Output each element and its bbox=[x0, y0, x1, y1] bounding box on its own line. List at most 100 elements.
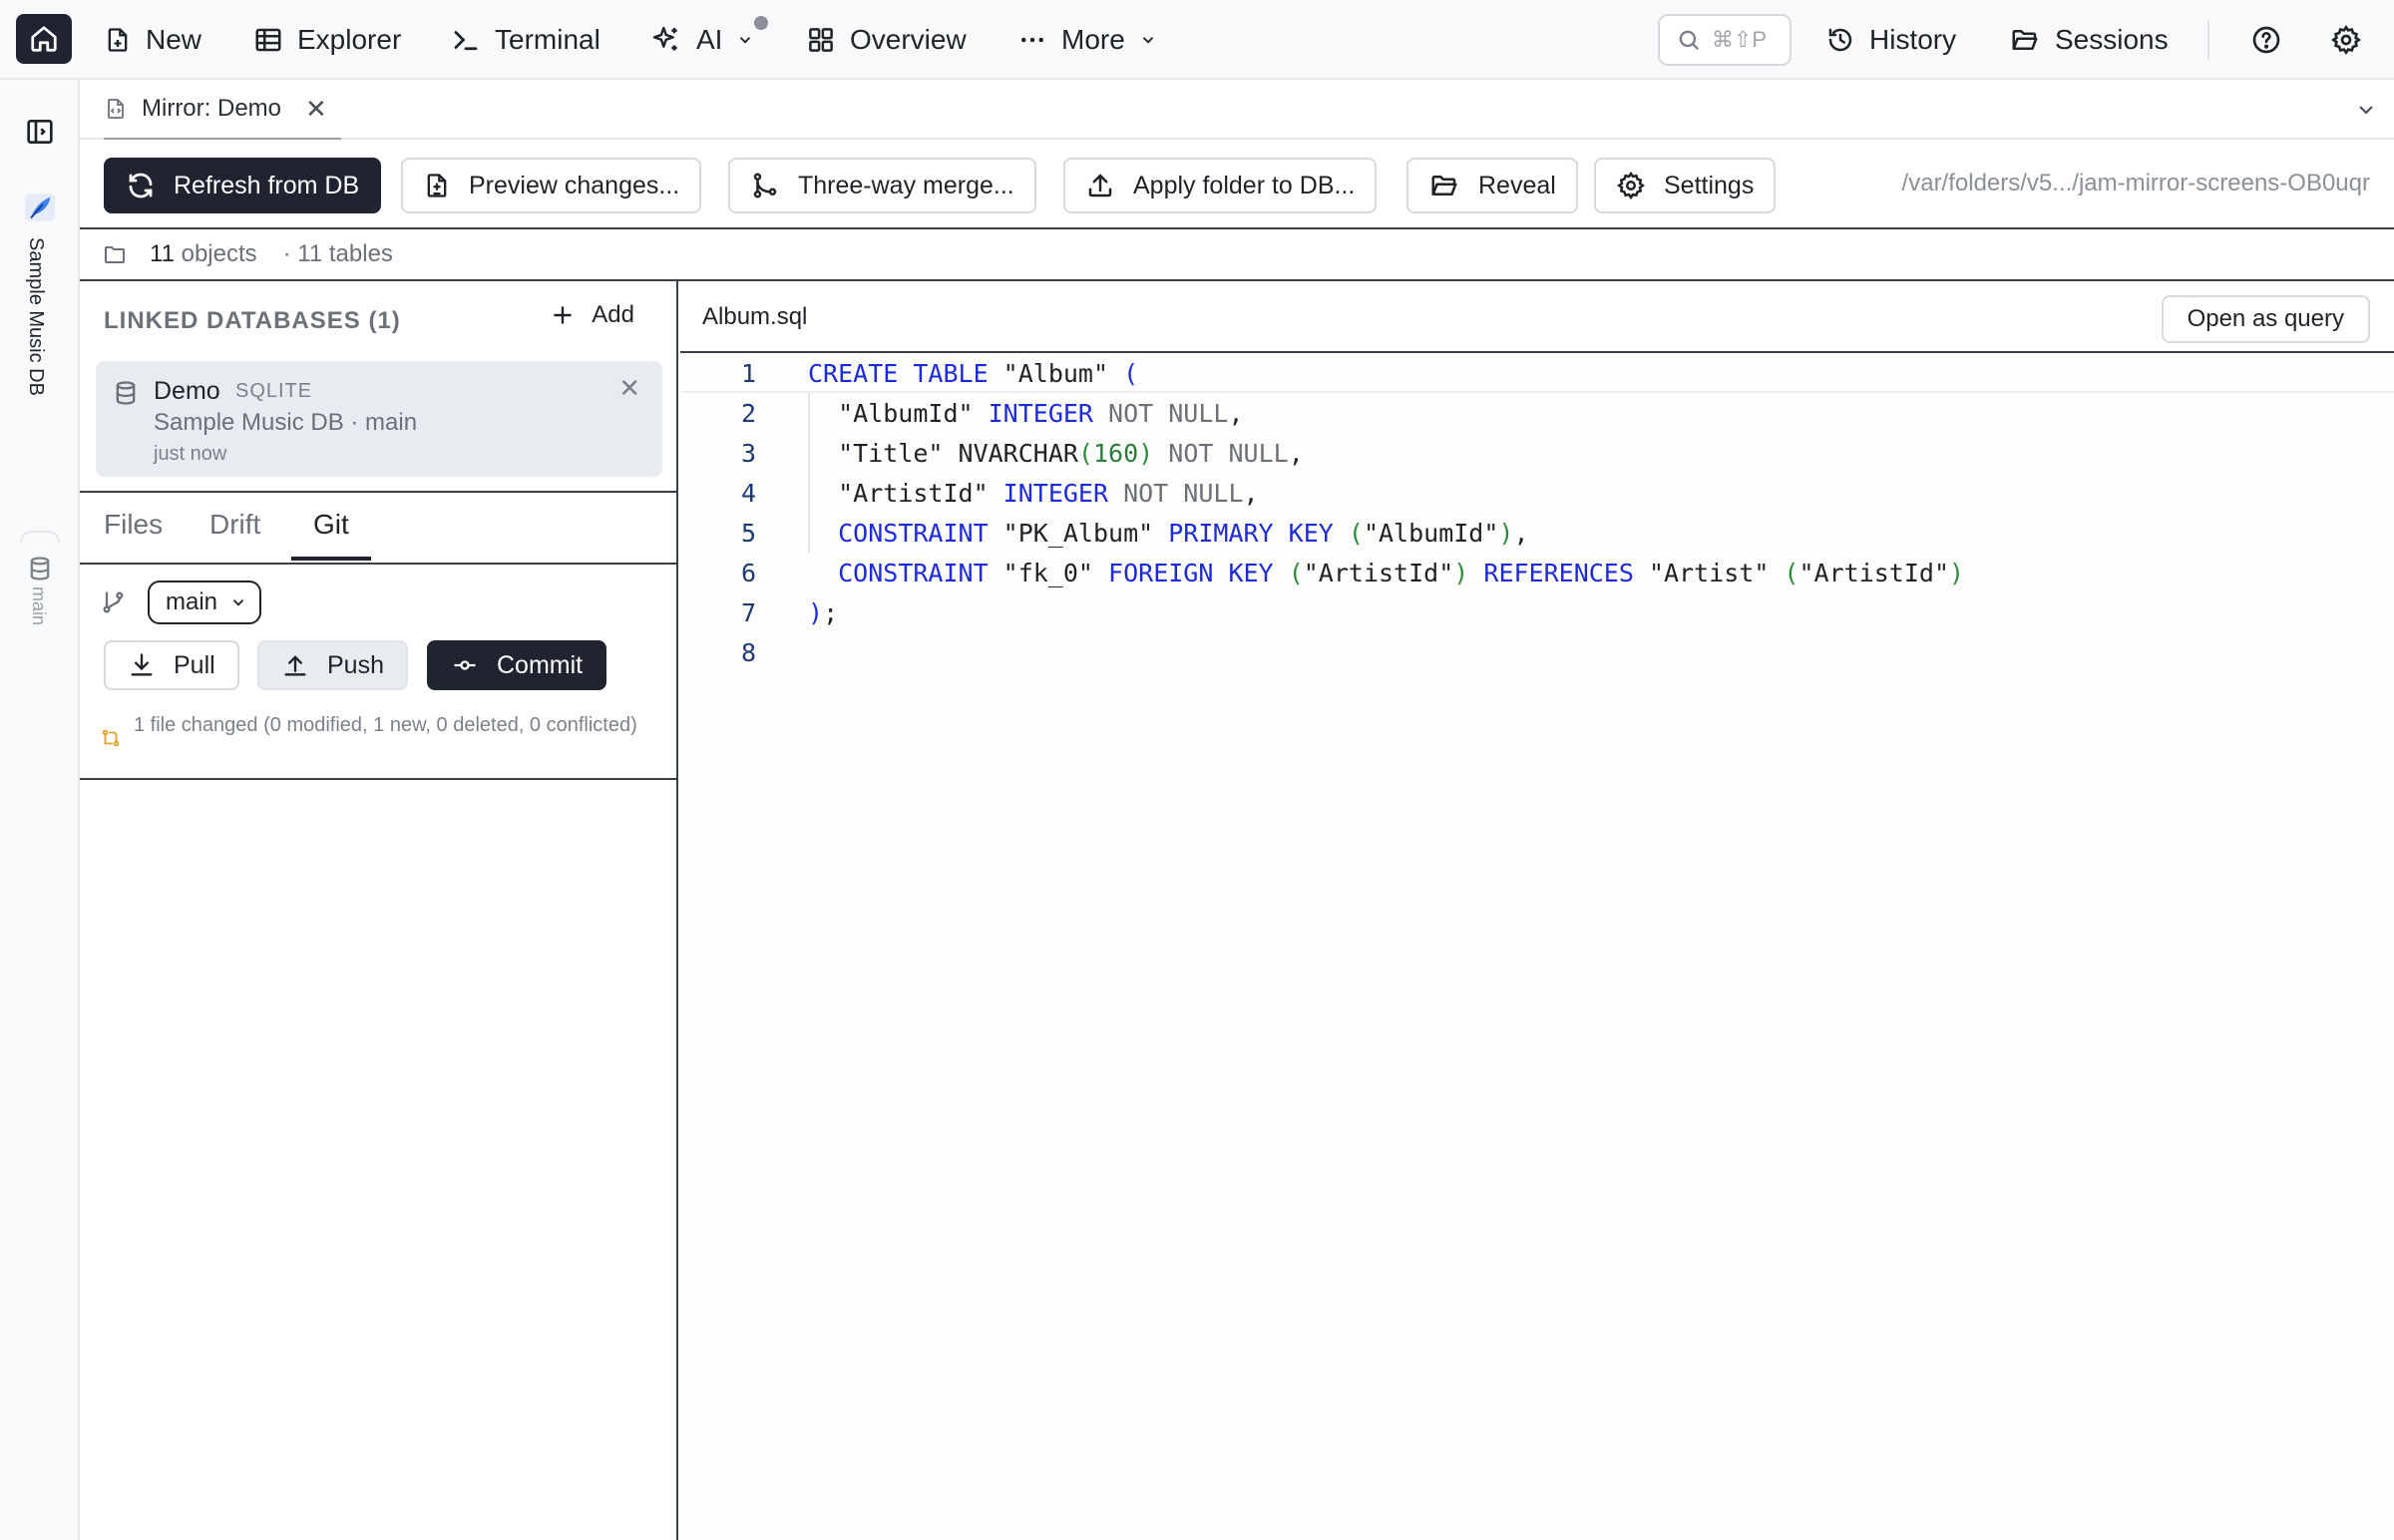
git-changes-summary: 1 file changed (0 modified, 1 new, 0 del… bbox=[134, 714, 637, 736]
divider bbox=[80, 563, 676, 565]
add-database-button[interactable]: Add bbox=[550, 301, 634, 329]
tab-mirror-demo[interactable]: Mirror: Demo ✕ bbox=[104, 80, 341, 140]
code-line: "ArtistId" INTEGER NOT NULL, bbox=[808, 479, 1258, 508]
toggle-sidebar-button[interactable] bbox=[24, 116, 56, 148]
grid-icon bbox=[809, 28, 833, 52]
line-number: 2 bbox=[740, 399, 756, 428]
code-token: ) bbox=[1498, 519, 1514, 548]
code-token: PRIMARY KEY bbox=[1168, 519, 1334, 548]
refresh-icon bbox=[129, 173, 153, 198]
objects-count: 11 bbox=[150, 240, 175, 267]
reveal-label: Reveal bbox=[1478, 171, 1556, 199]
linked-database-card[interactable]: Demo SQLITE Sample Music DB · main just … bbox=[96, 361, 662, 477]
code-line: ); bbox=[808, 598, 838, 627]
left-rail: Sample Music DB main bbox=[0, 80, 80, 1540]
close-icon[interactable]: ✕ bbox=[305, 94, 327, 125]
unlink-database-close-icon[interactable]: ✕ bbox=[618, 373, 640, 404]
chevron-down-icon bbox=[1142, 37, 1153, 44]
code-token: ( bbox=[1123, 359, 1139, 388]
commit-button[interactable]: Commit bbox=[427, 640, 607, 690]
feather-logo-icon bbox=[25, 193, 55, 221]
code-token: 160 bbox=[1093, 439, 1139, 468]
help-button[interactable] bbox=[2250, 24, 2282, 56]
code-line: CREATE TABLE "Album" ( bbox=[808, 359, 1138, 388]
pull-label: Pull bbox=[174, 650, 215, 679]
database-name: Demo bbox=[154, 377, 220, 405]
nav-new[interactable]: New bbox=[104, 18, 201, 62]
nav-ai[interactable]: AI bbox=[650, 18, 754, 62]
sql-editor-pane: Album.sql Open as query 1 CREATE TABLE "A… bbox=[680, 281, 2394, 1540]
apply-label: Apply folder to DB... bbox=[1133, 171, 1356, 199]
code-token: "AlbumId" bbox=[808, 399, 989, 428]
nav-history[interactable]: History bbox=[1825, 18, 1956, 62]
editor-header: Album.sql Open as query bbox=[680, 281, 2394, 353]
nav-more[interactable]: More bbox=[1017, 18, 1157, 62]
code-token: "ArtistId" bbox=[808, 479, 1003, 508]
preview-label: Preview changes... bbox=[469, 171, 680, 199]
code-token: ) bbox=[1453, 559, 1469, 587]
tab-title: Mirror: Demo bbox=[142, 95, 282, 122]
tab-git[interactable]: Git bbox=[291, 509, 371, 561]
mirror-folder-path: /var/folders/v5.../jam-mirror-screens-OB… bbox=[1901, 170, 2370, 196]
code-line: "AlbumId" INTEGER NOT NULL, bbox=[808, 399, 1244, 428]
reveal-button[interactable]: Reveal bbox=[1406, 158, 1578, 213]
refresh-from-db-button[interactable]: Refresh from DB bbox=[104, 158, 382, 213]
home-button[interactable] bbox=[16, 14, 72, 64]
code-token: INTEGER bbox=[988, 399, 1093, 428]
code-file-icon bbox=[108, 99, 124, 119]
chevron-down-icon bbox=[232, 599, 244, 606]
open-as-query-button[interactable]: Open as query bbox=[2161, 295, 2370, 343]
file-diff-icon bbox=[427, 174, 447, 197]
code-line: CONSTRAINT "fk_0" FOREIGN KEY ("ArtistId… bbox=[808, 559, 1964, 587]
plus-icon bbox=[554, 306, 573, 324]
search-icon bbox=[1679, 30, 1700, 51]
nav-explorer-label: Explorer bbox=[297, 24, 402, 55]
settings-button[interactable] bbox=[2330, 24, 2362, 56]
tab-bar: Mirror: Demo ✕ bbox=[80, 80, 2394, 140]
divider bbox=[80, 778, 676, 780]
tab-drift[interactable]: Drift bbox=[209, 509, 260, 561]
code-token: ( bbox=[1288, 559, 1304, 587]
nav-overview[interactable]: Overview bbox=[806, 18, 967, 62]
project-button[interactable] bbox=[22, 190, 58, 225]
push-label: Push bbox=[327, 650, 384, 679]
code-area[interactable]: 1 CREATE TABLE "Album" (2 "AlbumId" INTEG… bbox=[680, 353, 2394, 1540]
toolbar-divider bbox=[2207, 20, 2209, 60]
tables-count: · 11 tables bbox=[282, 240, 393, 267]
chevron-down-icon bbox=[2359, 106, 2373, 115]
mirror-settings-button[interactable]: Settings bbox=[1594, 158, 1777, 213]
merge-label: Three-way merge... bbox=[798, 171, 1014, 199]
push-button[interactable]: Push bbox=[257, 640, 408, 690]
preview-changes-button[interactable]: Preview changes... bbox=[401, 158, 702, 213]
code-token: ) bbox=[1949, 559, 1965, 587]
divider bbox=[80, 491, 676, 493]
code-token: CONSTRAINT bbox=[838, 519, 989, 548]
download-icon bbox=[131, 653, 153, 676]
nav-explorer[interactable]: Explorer bbox=[253, 18, 401, 62]
history-icon bbox=[1828, 28, 1852, 52]
nav-sessions[interactable]: Sessions bbox=[2009, 18, 2169, 62]
commit-label: Commit bbox=[497, 650, 584, 679]
database-sync-time: just now bbox=[154, 443, 227, 465]
branch-select[interactable]: main bbox=[148, 580, 261, 624]
code-token: NOT NULL bbox=[1108, 479, 1244, 508]
nav-overview-label: Overview bbox=[850, 24, 967, 55]
tabs-overflow-button[interactable] bbox=[2354, 98, 2378, 122]
three-way-merge-button[interactable]: Three-way merge... bbox=[728, 158, 1036, 213]
code-token: "fk_0" bbox=[988, 559, 1109, 587]
database-icon bbox=[112, 379, 140, 407]
tab-files[interactable]: Files bbox=[104, 509, 163, 561]
database-subtitle: Sample Music DB · main bbox=[154, 409, 418, 436]
code-token: , bbox=[1228, 399, 1244, 428]
command-search[interactable]: ⌘⇧P bbox=[1658, 14, 1792, 66]
git-merge-icon bbox=[753, 173, 777, 198]
nav-sessions-label: Sessions bbox=[2055, 24, 2169, 55]
nav-terminal[interactable]: Terminal bbox=[451, 18, 600, 62]
apply-folder-button[interactable]: Apply folder to DB... bbox=[1063, 158, 1378, 213]
pull-button[interactable]: Pull bbox=[104, 640, 239, 690]
rail-database-button[interactable] bbox=[26, 555, 54, 582]
